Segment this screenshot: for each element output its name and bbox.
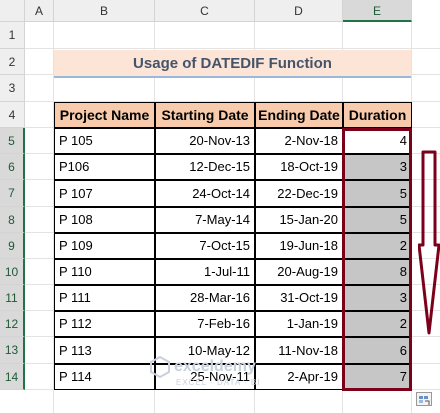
table-cell[interactable]: 22-Dec-19	[255, 180, 343, 207]
row-header-10[interactable]: 10	[0, 259, 25, 285]
down-arrow-icon	[418, 150, 440, 335]
table-header-project-name[interactable]: Project Name	[54, 102, 155, 128]
table-cell[interactable]: P 107	[54, 180, 155, 207]
table-header-starting-date[interactable]: Starting Date	[155, 102, 255, 128]
table-cell[interactable]: P 111	[54, 285, 155, 311]
table-cell[interactable]: 7-Oct-15	[155, 233, 255, 259]
table-cell[interactable]: 20-Aug-19	[255, 259, 343, 285]
quick-analysis-icon[interactable]	[416, 392, 432, 406]
row-header-4[interactable]: 4	[0, 102, 25, 128]
table-cell[interactable]: 1-Jan-19	[255, 311, 343, 337]
row-header-2[interactable]: 2	[0, 49, 25, 75]
table-cell[interactable]: P 108	[54, 207, 155, 233]
table-cell[interactable]: 24-Oct-14	[155, 180, 255, 207]
column-header-c[interactable]: C	[155, 0, 255, 22]
column-header-b[interactable]: B	[54, 0, 155, 22]
row-header-3[interactable]: 3	[0, 75, 25, 102]
column-header-d[interactable]: D	[255, 0, 343, 22]
watermark: exceldemy EXCEL · DATA · BI	[150, 352, 290, 392]
table-cell[interactable]: 20-Nov-13	[155, 128, 255, 154]
row-header-13[interactable]: 13	[0, 337, 25, 364]
table-cell[interactable]: P 110	[54, 259, 155, 285]
table-cell[interactable]: P106	[54, 154, 155, 180]
table-cell[interactable]: 7-Feb-16	[155, 311, 255, 337]
watermark-tagline: EXCEL · DATA · BI	[176, 378, 261, 387]
row-header-9[interactable]: 9	[0, 233, 25, 259]
sheet-title: Usage of DATEDIF Function	[54, 50, 411, 78]
row-header-6[interactable]: 6	[0, 154, 25, 180]
table-cell[interactable]: 7-May-14	[155, 207, 255, 233]
table-cell[interactable]: 1-Jul-11	[155, 259, 255, 285]
row-header-5[interactable]: 5	[0, 128, 25, 154]
table-cell[interactable]: 19-Jun-18	[255, 233, 343, 259]
watermark-name: exceldemy	[174, 358, 256, 375]
row-header-14[interactable]: 14	[0, 364, 25, 390]
selection-range-E5-E14[interactable]	[342, 128, 412, 391]
table-cell[interactable]: 15-Jan-20	[255, 207, 343, 233]
row-header-8[interactable]: 8	[0, 207, 25, 233]
table-header-ending-date[interactable]: Ending Date	[255, 102, 343, 128]
column-header-a[interactable]: A	[25, 0, 54, 22]
table-cell[interactable]: 12-Dec-15	[155, 154, 255, 180]
table-cell[interactable]: P 112	[54, 311, 155, 337]
select-all-corner[interactable]	[0, 0, 25, 22]
row-header-1[interactable]: 1	[0, 22, 25, 49]
row-header-12[interactable]: 12	[0, 311, 25, 337]
row-header-11[interactable]: 11	[0, 285, 25, 311]
table-cell[interactable]: 18-Oct-19	[255, 154, 343, 180]
watermark-logo-icon	[150, 356, 170, 378]
table-cell[interactable]: P 114	[54, 364, 155, 390]
table-cell[interactable]: P 109	[54, 233, 155, 259]
gridline-horizontal	[25, 48, 440, 49]
table-cell[interactable]: 31-Oct-19	[255, 285, 343, 311]
table-cell[interactable]: P 113	[54, 337, 155, 364]
table-cell[interactable]: P 105	[54, 128, 155, 154]
row-header-7[interactable]: 7	[0, 180, 25, 207]
table-cell[interactable]: 2-Nov-18	[255, 128, 343, 154]
column-header-e[interactable]: E	[343, 0, 412, 22]
table-cell[interactable]: 28-Mar-16	[155, 285, 255, 311]
table-header-duration[interactable]: Duration	[343, 102, 412, 128]
